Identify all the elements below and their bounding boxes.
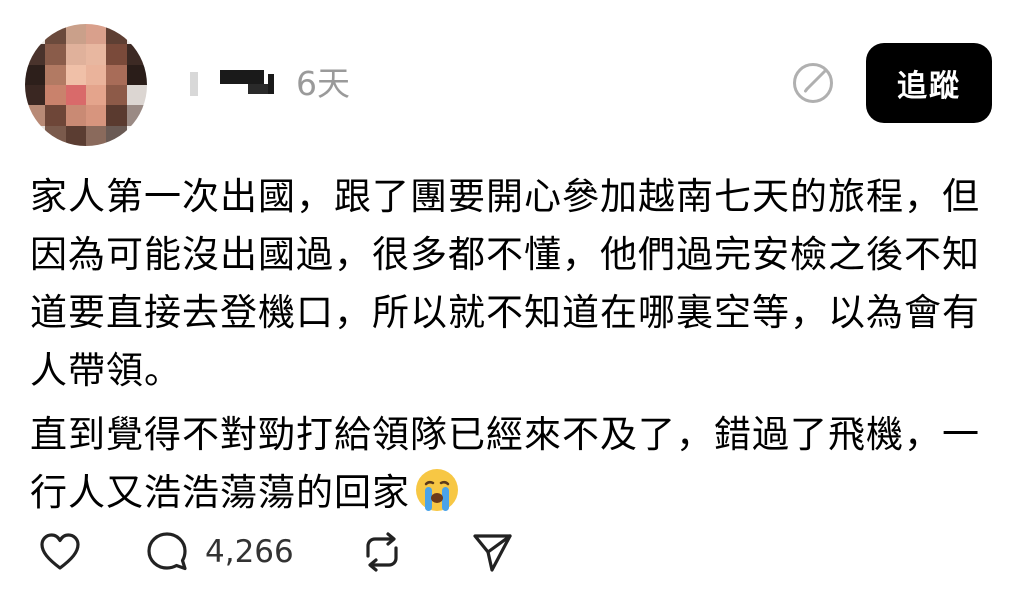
follow-button[interactable]: 追蹤 — [866, 43, 992, 123]
edit-icon[interactable] — [791, 61, 835, 105]
post-paragraph-2-text: 直到覺得不對勁打給領隊已經來不及了，錯過了飛機，一行人又浩浩蕩蕩的回家 — [30, 413, 980, 514]
post-actions: 4,266 — [0, 530, 600, 580]
crying-face-emoji — [416, 469, 458, 511]
heart-icon[interactable] — [38, 530, 82, 574]
post-timestamp: 6天 — [296, 64, 350, 103]
avatar[interactable] — [25, 24, 147, 146]
avatar-mosaic — [25, 24, 147, 146]
post-paragraph-2: 直到覺得不對勁打給領隊已經來不及了，錯過了飛機，一行人又浩浩蕩蕩的回家 — [30, 406, 990, 522]
repost-icon[interactable] — [360, 530, 404, 574]
post-body: 家人第一次出國，跟了團要開心參加越南七天的旅程，但因為可能沒出國過，很多都不懂，… — [30, 168, 990, 522]
post-paragraph-1: 家人第一次出國，跟了團要開心參加越南七天的旅程，但因為可能沒出國過，很多都不懂，… — [30, 175, 980, 392]
share-icon[interactable] — [470, 530, 514, 574]
reply-count: 4,266 — [205, 534, 294, 570]
comment-icon[interactable] — [145, 530, 189, 574]
username-redacted[interactable] — [190, 70, 280, 98]
